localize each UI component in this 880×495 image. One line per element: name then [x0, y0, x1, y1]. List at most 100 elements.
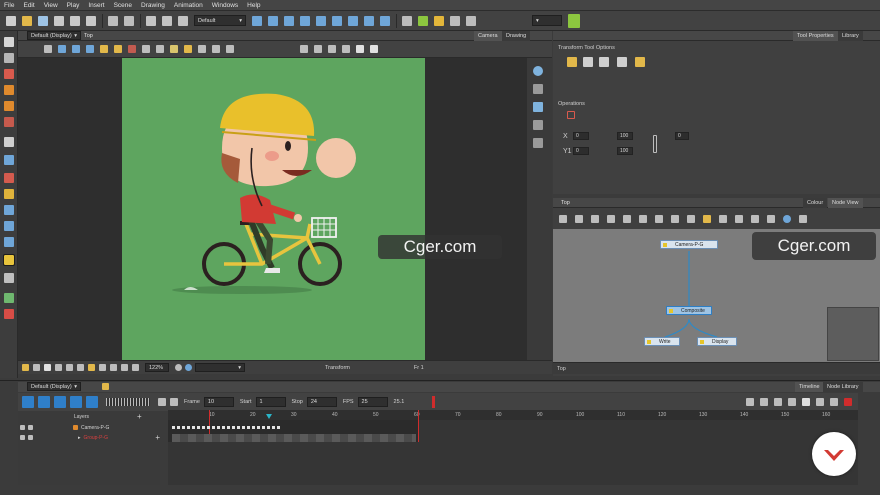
node-ungroup-icon[interactable] — [591, 215, 599, 223]
stroke-icon[interactable] — [4, 189, 14, 199]
menu-play[interactable]: Play — [67, 2, 80, 9]
timeline-frame-icon[interactable] — [802, 398, 810, 406]
tab-tool-properties[interactable]: Tool Properties — [793, 31, 838, 41]
safe-area-icon[interactable] — [44, 364, 51, 371]
node-camera-peg[interactable]: Camera-P-G — [660, 240, 718, 249]
node-navigate-icon[interactable] — [783, 215, 791, 223]
timeline-keyframe-icon[interactable] — [760, 398, 768, 406]
light-table-icon[interactable] — [450, 15, 460, 26]
reset-zoom-icon[interactable] — [175, 364, 182, 371]
node-group-icon[interactable] — [575, 215, 583, 223]
node-cube2-icon[interactable] — [687, 215, 695, 223]
tab-library[interactable]: Library — [838, 31, 863, 41]
color-swatch-dropdown[interactable]: ▾ — [532, 15, 562, 26]
transform-icon[interactable] — [332, 15, 342, 26]
paint-icon[interactable] — [4, 173, 14, 183]
rectangle-icon[interactable] — [4, 155, 14, 165]
reset-camera-icon[interactable] — [533, 138, 543, 148]
reset-view-icon[interactable] — [226, 45, 234, 53]
keyframes-row-group[interactable] — [172, 434, 416, 442]
text-tool-icon[interactable] — [4, 137, 14, 147]
rgb-dropdown[interactable]: ▾ — [195, 363, 245, 372]
menu-drawing[interactable]: Drawing — [141, 2, 165, 9]
select-tool-icon[interactable] — [4, 37, 14, 47]
node-settings-icon[interactable] — [799, 215, 807, 223]
visibility-icon[interactable] — [20, 435, 25, 440]
node-text-icon[interactable] — [735, 215, 743, 223]
play-sound-icon[interactable] — [38, 396, 50, 408]
select-tool-icon[interactable] — [146, 15, 156, 26]
timeline-record-icon[interactable] — [844, 398, 852, 406]
magnet-icon[interactable] — [599, 57, 609, 67]
eraser-icon[interactable] — [4, 101, 14, 111]
menu-windows[interactable]: Windows — [212, 2, 238, 9]
y-field[interactable]: 0 — [573, 147, 589, 155]
outline-icon[interactable] — [342, 45, 350, 53]
rigging-icon[interactable] — [300, 15, 310, 26]
select-arrow-icon[interactable] — [356, 45, 364, 53]
node-eye-icon[interactable] — [655, 215, 663, 223]
last-frame-icon[interactable] — [170, 398, 178, 406]
hand-icon[interactable] — [4, 221, 14, 231]
lock-layer-icon[interactable] — [28, 425, 33, 430]
node-link-icon[interactable] — [402, 15, 412, 26]
tab-colour[interactable]: Colour — [803, 198, 828, 208]
timeline-dots-icon[interactable] — [774, 398, 782, 406]
x-field[interactable]: 0 — [573, 132, 589, 140]
settings-icon[interactable] — [300, 45, 308, 53]
side-view-icon[interactable] — [533, 102, 543, 112]
lock-icon[interactable] — [100, 45, 108, 53]
start-field[interactable]: 1 — [255, 397, 286, 407]
menu-animation[interactable]: Animation — [174, 2, 203, 9]
unlock-icon[interactable] — [114, 45, 122, 53]
camera-view-icon[interactable] — [533, 66, 543, 76]
frame-field[interactable]: 10 — [203, 397, 234, 407]
matte-toggle-icon[interactable] — [77, 364, 84, 371]
render-icon[interactable] — [328, 45, 336, 53]
tab-node-library[interactable]: Node Library — [823, 382, 863, 392]
tab-node-view[interactable]: Node View — [828, 198, 863, 208]
workspace-dropdown[interactable]: Default ▾ — [194, 15, 246, 26]
show-all-icon[interactable] — [142, 45, 150, 53]
cut-icon[interactable] — [54, 15, 64, 26]
peg-icon[interactable] — [184, 45, 192, 53]
stop-field[interactable]: 24 — [306, 397, 337, 407]
bone-icon[interactable] — [268, 15, 278, 26]
timeline-settings-icon[interactable] — [816, 398, 824, 406]
breadcrumb[interactable]: Top — [84, 33, 93, 39]
camera-frame-icon[interactable] — [434, 15, 444, 26]
undo-icon[interactable] — [108, 15, 118, 26]
light-table-icon[interactable] — [170, 45, 178, 53]
pencil-icon[interactable] — [4, 85, 14, 95]
menu-insert[interactable]: Insert — [88, 2, 104, 9]
render-mode-icon[interactable] — [132, 364, 139, 371]
node-move-icon[interactable] — [719, 215, 727, 223]
onion-toggle-icon[interactable] — [55, 364, 62, 371]
save-icon[interactable] — [38, 15, 48, 26]
peg-icon[interactable] — [418, 15, 428, 26]
scale-x-field[interactable]: 100 — [617, 132, 633, 140]
camera-display-dropdown[interactable]: Default (Display) ▾ — [27, 31, 81, 40]
tab-drawing[interactable]: Drawing — [502, 31, 531, 41]
snap-grid-icon[interactable] — [86, 45, 94, 53]
angle-field[interactable]: 0 — [675, 132, 689, 140]
alpha-icon[interactable] — [110, 364, 117, 371]
dropper-icon[interactable] — [4, 205, 14, 215]
link-scale-icon[interactable] — [653, 135, 657, 153]
menu-view[interactable]: View — [44, 2, 58, 9]
node-write[interactable]: Write — [644, 337, 680, 346]
layer-icon[interactable] — [466, 15, 476, 26]
layer-name[interactable]: Camera-P-G — [81, 425, 109, 431]
rgb-icon[interactable] — [99, 364, 106, 371]
playhead-marker[interactable] — [432, 396, 436, 408]
grid-toggle-icon[interactable] — [33, 364, 40, 371]
rectangle-select-icon[interactable] — [583, 57, 593, 67]
timeline-arrow-icon[interactable] — [788, 398, 796, 406]
node-cut-icon[interactable] — [751, 215, 759, 223]
bone-select-icon[interactable] — [635, 57, 645, 67]
copy-icon[interactable] — [70, 15, 80, 26]
tab-timeline[interactable]: Timeline — [795, 382, 824, 392]
perspective-view-icon[interactable] — [533, 120, 543, 130]
playback-speed-slider[interactable] — [106, 398, 150, 406]
new-file-icon[interactable] — [6, 15, 16, 26]
